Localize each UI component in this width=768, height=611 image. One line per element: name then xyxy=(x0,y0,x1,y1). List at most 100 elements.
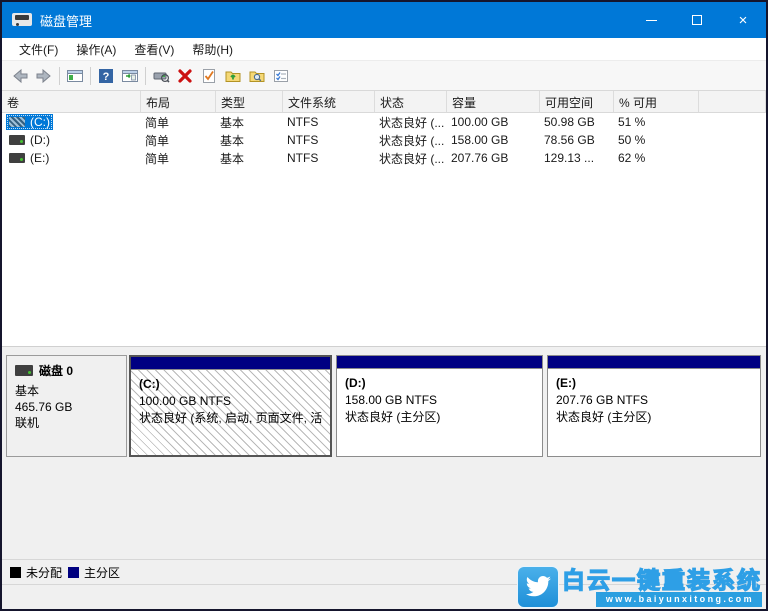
column-header-free-space[interactable]: 可用空间 xyxy=(540,91,614,113)
open-folder-icon xyxy=(224,67,242,85)
column-header-capacity[interactable]: 容量 xyxy=(447,91,540,113)
partition-e-block[interactable]: (E:) 207.76 GB NTFS 状态良好 (主分区) xyxy=(547,355,761,457)
volume-c-label[interactable]: (C:) xyxy=(6,114,53,130)
window-title: 磁盘管理 xyxy=(40,11,92,30)
partition-d-info: 158.00 GB NTFS xyxy=(345,392,536,409)
partition-d-block[interactable]: (D:) 158.00 GB NTFS 状态良好 (主分区) xyxy=(336,355,543,457)
partition-d-status: 状态良好 (主分区) xyxy=(345,409,536,426)
check-document-icon xyxy=(200,67,218,85)
volume-c-percent: 51 % xyxy=(614,115,699,129)
column-header-filesystem[interactable]: 文件系统 xyxy=(283,91,375,113)
volume-e-capacity: 207.76 GB xyxy=(447,151,540,165)
show-action-pane-icon xyxy=(121,67,139,85)
volume-c-filesystem: NTFS xyxy=(283,115,375,129)
volume-e-free: 129.13 ... xyxy=(540,151,614,165)
drive-properties-icon xyxy=(152,67,170,85)
toolbar-separator xyxy=(59,67,60,85)
show-console-tree-icon xyxy=(66,67,84,85)
primary-partition-label: 主分区 xyxy=(84,564,120,581)
properties-list-button[interactable] xyxy=(269,64,293,88)
menu-view[interactable]: 查看(V) xyxy=(125,38,183,61)
delete-volume-button[interactable] xyxy=(173,64,197,88)
column-header-volume[interactable]: 卷 xyxy=(2,91,141,113)
column-header-percent-free[interactable]: % 可用 xyxy=(614,91,699,113)
column-header-blank xyxy=(699,91,766,113)
partition-e-name: (E:) xyxy=(556,375,754,392)
primary-partition-swatch xyxy=(68,567,79,578)
disk-0-row: 磁盘 0 基本 465.76 GB 联机 (C:) 100.00 GB NTFS… xyxy=(6,355,762,457)
volume-c-free: 50.98 GB xyxy=(540,115,614,129)
partition-c-status: 状态良好 (系统, 启动, 页面文件, 活 xyxy=(139,410,324,427)
partition-c-info: 100.00 GB NTFS xyxy=(139,393,324,410)
volume-d-type: 基本 xyxy=(216,132,283,149)
volume-c-icon xyxy=(9,117,25,127)
volume-d-layout: 简单 xyxy=(141,132,216,149)
volume-row-d[interactable]: (D:) 简单 基本 NTFS 状态良好 (... 158.00 GB 78.5… xyxy=(2,131,766,149)
back-button[interactable] xyxy=(8,64,32,88)
volume-c-status: 状态良好 (... xyxy=(375,114,447,131)
toolbar-separator xyxy=(90,67,91,85)
volume-row-e[interactable]: (E:) 简单 基本 NTFS 状态良好 (... 207.76 GB 129.… xyxy=(2,149,766,167)
partition-e-status: 状态良好 (主分区) xyxy=(556,409,754,426)
disk-0-type: 基本 xyxy=(15,383,118,399)
legend-unallocated: 未分配 xyxy=(10,564,62,581)
volume-c-type: 基本 xyxy=(216,114,283,131)
close-icon: × xyxy=(739,13,748,28)
volume-e-label[interactable]: (E:) xyxy=(6,150,52,166)
volume-d-percent: 50 % xyxy=(614,133,699,147)
volume-d-label[interactable]: (D:) xyxy=(6,132,53,148)
explore-folder-icon xyxy=(248,67,266,85)
menu-file[interactable]: 文件(F) xyxy=(10,38,67,61)
help-icon: ? xyxy=(97,67,115,85)
volume-e-type: 基本 xyxy=(216,150,283,167)
explore-folder-button[interactable] xyxy=(245,64,269,88)
column-header-layout[interactable]: 布局 xyxy=(141,91,216,113)
disk-0-icon xyxy=(15,365,33,376)
menu-action[interactable]: 操作(A) xyxy=(67,38,125,61)
toolbar: ? xyxy=(2,61,766,91)
volume-d-icon xyxy=(9,135,25,145)
maximize-button[interactable] xyxy=(674,2,720,38)
mark-partition-button[interactable] xyxy=(197,64,221,88)
column-header-type[interactable]: 类型 xyxy=(216,91,283,113)
minimize-icon xyxy=(646,20,657,21)
watermark-url: www.baiyunxitong.com xyxy=(596,592,762,607)
disk-drive-icon xyxy=(12,12,32,28)
disk-0-label-panel[interactable]: 磁盘 0 基本 465.76 GB 联机 xyxy=(6,355,127,457)
back-icon xyxy=(11,67,29,85)
partition-c-name: (C:) xyxy=(139,376,324,393)
volume-d-filesystem: NTFS xyxy=(283,133,375,147)
show-console-tree-button[interactable] xyxy=(63,64,87,88)
volume-e-layout: 简单 xyxy=(141,150,216,167)
watermark: 白云一键重装系统 www.baiyunxitong.com xyxy=(518,567,762,607)
title-bar: 磁盘管理 × xyxy=(2,2,766,38)
disk-management-window: 磁盘管理 × 文件(F) 操作(A) 查看(V) 帮助(H) ? xyxy=(0,0,768,611)
delete-icon xyxy=(176,67,194,85)
volume-e-filesystem: NTFS xyxy=(283,151,375,165)
close-button[interactable]: × xyxy=(720,2,766,38)
toolbar-separator xyxy=(145,67,146,85)
drive-properties-button[interactable] xyxy=(149,64,173,88)
menu-bar: 文件(F) 操作(A) 查看(V) 帮助(H) xyxy=(2,38,766,61)
open-folder-button[interactable] xyxy=(221,64,245,88)
volume-e-status: 状态良好 (... xyxy=(375,150,447,167)
menu-help[interactable]: 帮助(H) xyxy=(183,38,242,61)
volume-row-c[interactable]: (C:) 简单 基本 NTFS 状态良好 (... 100.00 GB 50.9… xyxy=(2,113,766,131)
volume-list-pane: 卷 布局 类型 文件系统 状态 容量 可用空间 % 可用 (C:) 简单 基本 … xyxy=(2,91,766,346)
unallocated-label: 未分配 xyxy=(26,564,62,581)
show-action-pane-button[interactable] xyxy=(118,64,142,88)
volume-d-status: 状态良好 (... xyxy=(375,132,447,149)
disk-0-name: 磁盘 0 xyxy=(39,362,73,379)
partition-d-color-bar xyxy=(337,356,542,369)
column-header-status[interactable]: 状态 xyxy=(375,91,447,113)
partition-e-color-bar xyxy=(548,356,760,369)
volume-c-layout: 简单 xyxy=(141,114,216,131)
partition-c-block[interactable]: (C:) 100.00 GB NTFS 状态良好 (系统, 启动, 页面文件, … xyxy=(129,355,332,457)
help-button[interactable]: ? xyxy=(94,64,118,88)
legend-primary-partition: 主分区 xyxy=(68,564,120,581)
forward-button[interactable] xyxy=(32,64,56,88)
maximize-icon xyxy=(692,15,702,25)
minimize-button[interactable] xyxy=(628,2,674,38)
partition-c-color-bar xyxy=(131,357,330,370)
volume-d-capacity: 158.00 GB xyxy=(447,133,540,147)
